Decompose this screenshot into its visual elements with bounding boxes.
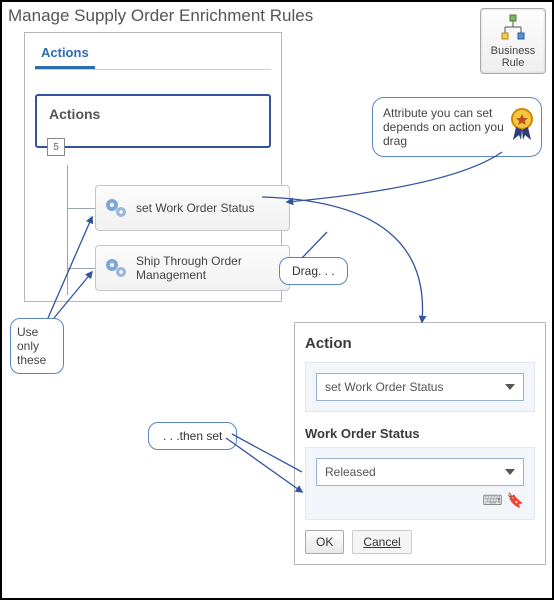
actions-count-badge: 5 bbox=[47, 138, 65, 156]
tree-connector bbox=[67, 268, 95, 269]
attribute-callout: Attribute you can set depends on action … bbox=[372, 97, 542, 157]
work-order-status-heading: Work Order Status bbox=[305, 426, 535, 441]
workflow-icon bbox=[498, 13, 528, 43]
action-card-label: Ship Through Order Management bbox=[136, 254, 281, 282]
button-row: OK Cancel bbox=[305, 530, 535, 554]
action-field-block: set Work Order Status bbox=[305, 362, 535, 412]
action-card-ship-through-order-management[interactable]: Ship Through Order Management bbox=[95, 245, 290, 291]
destination-heading: Action bbox=[305, 335, 535, 352]
drag-callout: Drag. . . bbox=[279, 257, 348, 285]
actions-root[interactable]: Actions 5 bbox=[35, 94, 271, 148]
status-field-block: Released ⌨ 🔖 bbox=[305, 447, 535, 520]
status-select-value: Released bbox=[325, 465, 376, 479]
action-card-set-work-order-status[interactable]: set Work Order Status bbox=[95, 185, 290, 231]
action-select[interactable]: set Work Order Status bbox=[316, 373, 524, 401]
action-card-label: set Work Order Status bbox=[136, 201, 254, 215]
then-set-callout: . . .then set bbox=[148, 422, 237, 450]
diagram-canvas: Manage Supply Order Enrichment Rules Bus… bbox=[0, 0, 554, 600]
use-only-callout: Use only these bbox=[10, 318, 64, 374]
chevron-down-icon bbox=[505, 469, 515, 475]
field-toolbar: ⌨ 🔖 bbox=[316, 492, 524, 509]
gears-icon bbox=[104, 196, 128, 220]
actions-panel: Actions Actions 5 set Work Order Status … bbox=[24, 32, 282, 302]
ok-button[interactable]: OK bbox=[305, 530, 344, 554]
drag-text: Drag. . . bbox=[292, 264, 335, 278]
business-rule-label-2: Rule bbox=[502, 57, 525, 69]
business-rule-label-1: Business bbox=[491, 45, 536, 57]
tree-connector bbox=[67, 208, 95, 209]
chevron-down-icon bbox=[505, 384, 515, 390]
status-select[interactable]: Released bbox=[316, 458, 524, 486]
then-set-text: . . .then set bbox=[163, 429, 222, 443]
page-title: Manage Supply Order Enrichment Rules bbox=[8, 6, 313, 26]
tree-connector bbox=[67, 165, 68, 295]
tab-bar: Actions bbox=[35, 41, 271, 70]
destination-panel: Action set Work Order Status Work Order … bbox=[294, 322, 546, 565]
business-rule-badge[interactable]: Business Rule bbox=[480, 8, 546, 74]
award-ribbon-icon bbox=[509, 108, 535, 142]
tag-icon[interactable]: 🔖 bbox=[507, 492, 524, 509]
keyboard-icon[interactable]: ⌨ bbox=[482, 492, 502, 509]
attribute-callout-text: Attribute you can set depends on action … bbox=[383, 106, 504, 148]
tab-actions[interactable]: Actions bbox=[35, 41, 95, 69]
use-only-text: Use only these bbox=[17, 325, 46, 367]
gears-icon bbox=[104, 256, 128, 280]
actions-root-label: Actions bbox=[49, 106, 100, 122]
cancel-button[interactable]: Cancel bbox=[352, 530, 411, 554]
action-select-value: set Work Order Status bbox=[325, 380, 443, 394]
